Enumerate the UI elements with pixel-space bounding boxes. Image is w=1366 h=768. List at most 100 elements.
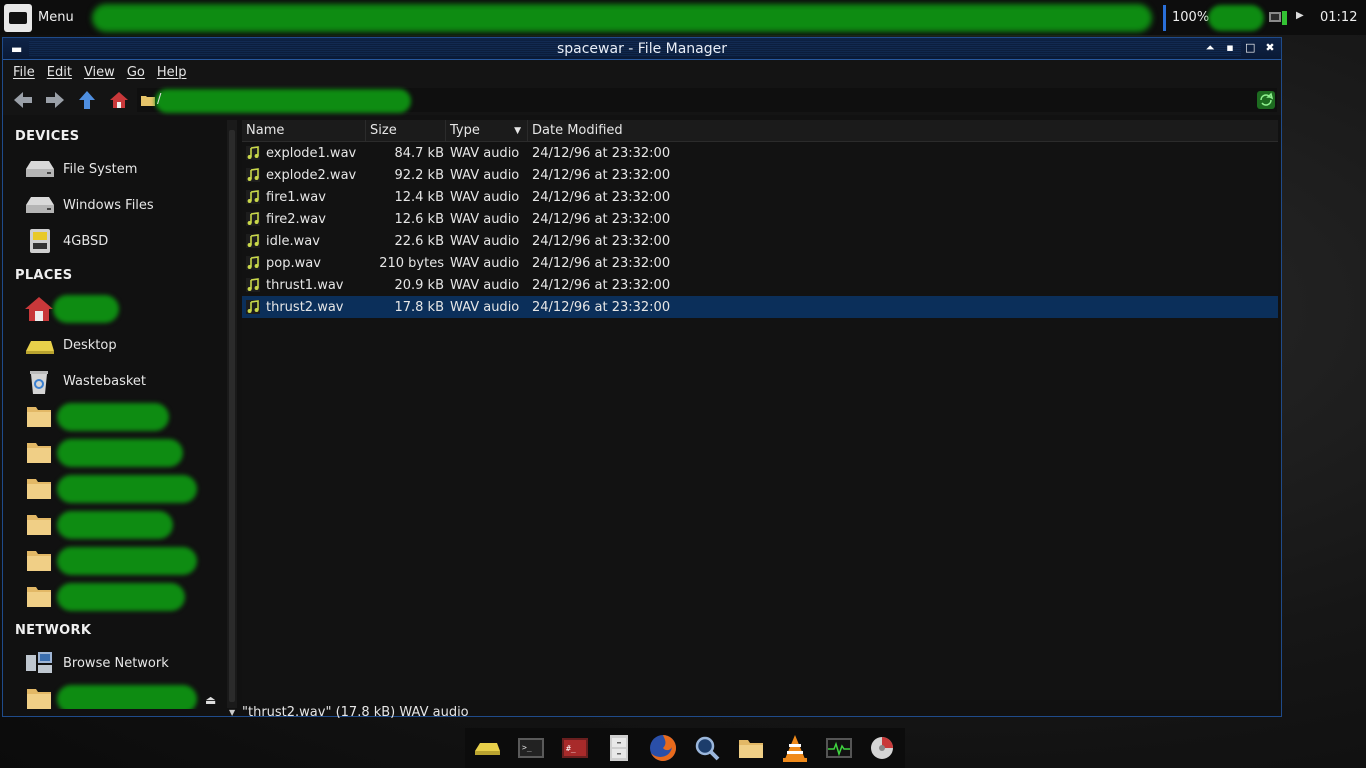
file-row[interactable]: idle.wav 22.6 kB WAV audio 24/12/96 at 23:3… <box>242 230 1278 252</box>
forward-button[interactable] <box>43 88 67 112</box>
column-date[interactable]: Date Modified <box>528 120 1278 141</box>
sidebar-label: Wastebasket <box>63 373 147 389</box>
reload-icon[interactable] <box>1257 91 1275 109</box>
location-path: / <box>157 92 162 107</box>
sidebar-item-home[interactable] <box>23 293 119 325</box>
file-row[interactable]: fire1.wav 12.4 kB WAV audio 24/12/96 at 23:… <box>242 186 1278 208</box>
menu-edit[interactable]: Edit <box>47 65 72 80</box>
maximize-icon[interactable]: □ <box>1245 41 1255 55</box>
drive-icon <box>475 743 500 755</box>
sidebar-item-bookmark[interactable] <box>23 473 197 505</box>
dock-terminal-button[interactable]: >_ <box>513 730 549 766</box>
sidebar-item-bookmark[interactable] <box>23 437 183 469</box>
sidebar-scrollbar[interactable] <box>227 120 237 708</box>
bookmark-redacted <box>57 439 183 467</box>
file-row[interactable]: pop.wav 210 bytes WAV audio 24/12/96 at 23:… <box>242 252 1278 274</box>
dock-vlc-button[interactable] <box>777 730 813 766</box>
sidebar-item-desktop[interactable]: Desktop <box>23 329 117 361</box>
folder-icon <box>27 515 51 535</box>
minimize-icon[interactable]: ▪ <box>1225 41 1235 55</box>
sidebar-item-bookmark[interactable] <box>23 545 197 577</box>
file-date: 24/12/96 at 23:32:00 <box>532 277 671 293</box>
home-button[interactable] <box>107 88 131 112</box>
column-headers: Name Size Type ▼ Date Modified <box>242 120 1278 142</box>
back-button[interactable] <box>11 88 35 112</box>
dock-system-monitor-button[interactable] <box>821 730 857 766</box>
battery-percent[interactable]: 100% <box>1172 10 1209 25</box>
window-menu-icon[interactable]: ▬ <box>11 42 22 56</box>
column-name[interactable]: Name <box>242 120 366 141</box>
dock-disk-usage-button[interactable] <box>865 730 901 766</box>
places-header: PLACES <box>15 268 73 283</box>
status-bar: "thrust2.wav" (17.8 kB) WAV audio <box>242 702 469 722</box>
file-name: fire2.wav <box>266 211 326 227</box>
file-row[interactable]: thrust2.wav 17.8 kB WAV audio 24/12/96 at 2… <box>242 296 1278 318</box>
file-date: 24/12/96 at 23:32:00 <box>532 145 671 161</box>
sidebar-item-network-bookmark[interactable] <box>23 683 197 709</box>
title-bar[interactable]: ▬ spacewar - File Manager ⏶ ▪ □ ✖ <box>3 38 1281 60</box>
column-type-label: Type <box>450 123 480 138</box>
folder-icon <box>141 96 155 106</box>
vlc-icon <box>783 735 807 762</box>
sidebar-item-bookmark[interactable] <box>23 509 173 541</box>
drive-icon <box>26 197 54 213</box>
file-name-cell: explode2.wav <box>242 168 366 183</box>
sidebar-item-windows-files[interactable]: Windows Files <box>23 189 154 221</box>
menu-view[interactable]: View <box>84 65 115 80</box>
bookmark-redacted <box>57 511 173 539</box>
file-row[interactable]: fire2.wav 12.6 kB WAV audio 24/12/96 at 23:… <box>242 208 1278 230</box>
dock-file-cabinet-button[interactable] <box>601 730 637 766</box>
up-button[interactable] <box>75 88 99 112</box>
file-type: WAV audio <box>450 145 520 161</box>
file-date: 24/12/96 at 23:32:00 <box>532 233 671 249</box>
shade-icon[interactable]: ⏶ <box>1205 41 1215 55</box>
sidebar-item-bookmark[interactable] <box>23 581 185 613</box>
sidebar-item-4gbsd[interactable]: 4GBSD <box>23 225 108 257</box>
search-icon <box>695 736 720 761</box>
tray-expand-icon[interactable]: ▶ <box>1296 10 1304 21</box>
file-row[interactable]: explode1.wav 84.7 kB WAV audio 24/12/96 at … <box>242 142 1278 164</box>
sidebar-item-wastebasket[interactable]: Wastebasket <box>23 365 146 397</box>
dock-firefox-button[interactable] <box>645 730 681 766</box>
close-icon[interactable]: ✖ <box>1265 41 1275 55</box>
sidebar-item-browse-network[interactable]: Browse Network <box>23 647 169 679</box>
column-size[interactable]: Size <box>366 120 446 141</box>
firefox-icon <box>650 735 676 761</box>
file-name: thrust2.wav <box>266 299 344 315</box>
file-name-cell: thrust2.wav <box>242 300 366 315</box>
sidebar-scroll-down-icon[interactable]: ▼ <box>229 708 235 717</box>
sidebar-label: Windows Files <box>63 197 154 213</box>
file-row[interactable]: explode2.wav 92.2 kB WAV audio 24/12/96 at … <box>242 164 1278 186</box>
folder-icon <box>27 443 51 463</box>
sidebar-item-file-system[interactable]: File System <box>23 153 137 185</box>
home-label-redacted <box>53 295 119 323</box>
file-row[interactable]: thrust1.wav 20.9 kB WAV audio 24/12/96 at 2… <box>242 274 1278 296</box>
network-status-icon[interactable] <box>1268 9 1288 27</box>
file-type: WAV audio <box>450 211 520 227</box>
dock-folder-button[interactable] <box>733 730 769 766</box>
menu-help[interactable]: Help <box>157 65 187 80</box>
dock-drive-button[interactable] <box>469 730 505 766</box>
menu-file[interactable]: File <box>13 65 35 80</box>
disk-usage-icon <box>871 737 893 759</box>
dock-search-button[interactable] <box>689 730 725 766</box>
dock-root-terminal-button[interactable]: #_ <box>557 730 593 766</box>
file-type: WAV audio <box>450 255 520 271</box>
menu-go[interactable]: Go <box>127 65 145 80</box>
file-type: WAV audio <box>450 189 520 205</box>
toolbar: / <box>3 85 1281 115</box>
clock[interactable]: 01:12 <box>1320 10 1357 25</box>
app-menu-button[interactable]: Menu <box>0 0 84 35</box>
top-panel: Menu 100% ▶ 01:12 <box>0 0 1366 35</box>
sidebar-item-bookmark[interactable] <box>23 401 169 433</box>
file-name-cell: thrust1.wav <box>242 278 366 293</box>
network-header: NETWORK <box>15 623 92 638</box>
file-type: WAV audio <box>450 277 520 293</box>
location-bar[interactable]: / <box>137 88 1277 113</box>
folder-icon <box>739 740 763 758</box>
file-name: thrust1.wav <box>266 277 344 293</box>
sidebar-label: File System <box>63 161 138 177</box>
eject-icon[interactable]: ⏏ <box>205 693 216 707</box>
audio-file-icon <box>246 256 260 270</box>
column-type[interactable]: Type ▼ <box>446 120 528 141</box>
